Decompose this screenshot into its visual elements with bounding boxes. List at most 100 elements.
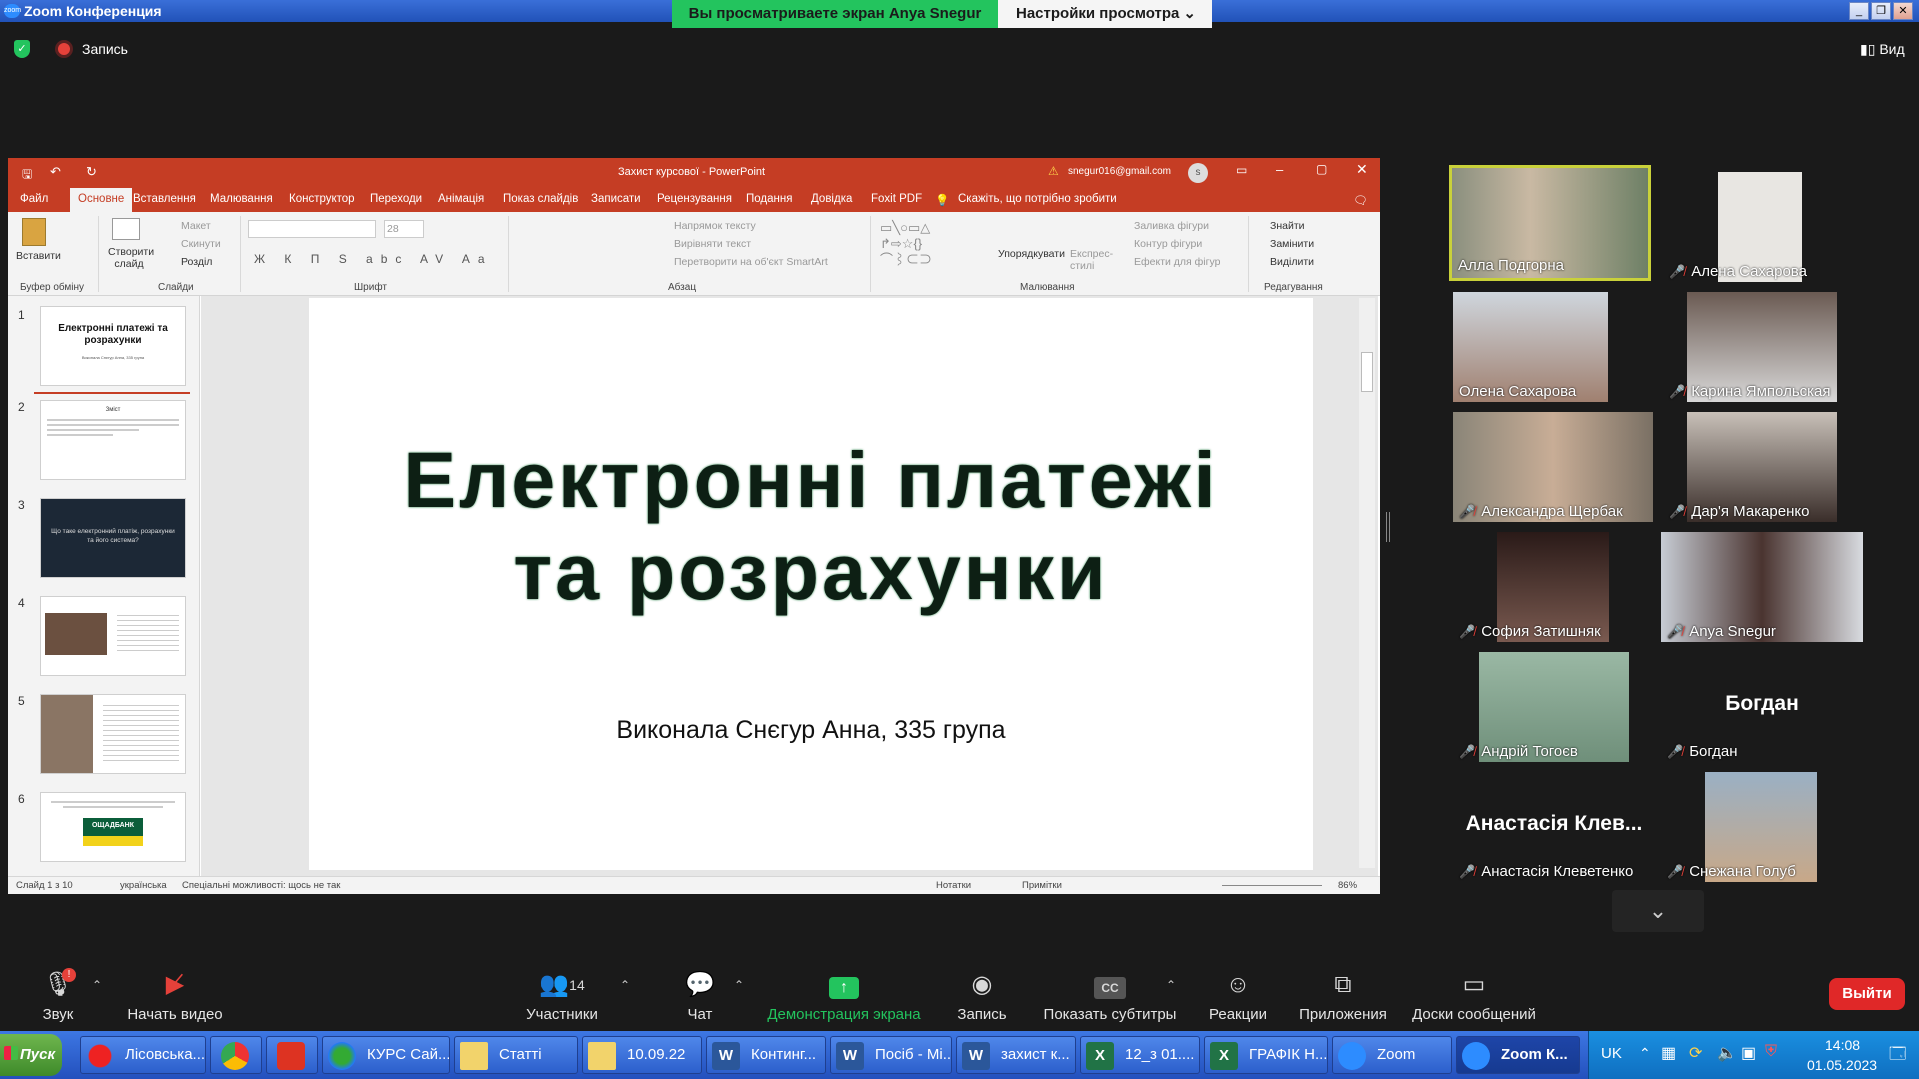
- ribbon-display-icon[interactable]: ▭: [1236, 163, 1247, 177]
- participant-tile[interactable]: Богдан 🎤̸ Богдан: [1661, 648, 1863, 764]
- quick-styles-button[interactable]: Експрес-стилі: [1070, 248, 1116, 272]
- tab-transitions[interactable]: Переходи: [370, 193, 422, 205]
- font-size-box[interactable]: 28: [384, 220, 424, 238]
- shape-effects-button[interactable]: Ефекти для фігур: [1134, 256, 1220, 268]
- undo-icon[interactable]: ↶: [50, 164, 61, 180]
- account-avatar[interactable]: s: [1188, 163, 1208, 183]
- replace-button[interactable]: Замінити: [1270, 238, 1314, 250]
- view-button[interactable]: ▮▯ Вид: [1860, 41, 1905, 58]
- tab-draw[interactable]: Малювання: [210, 193, 273, 205]
- tab-help[interactable]: Довідка: [811, 193, 852, 205]
- tab-record[interactable]: Записати: [591, 193, 641, 205]
- update-icon[interactable]: ⟳: [1689, 1043, 1702, 1063]
- new-slide-button[interactable]: Створити слайд: [108, 246, 154, 270]
- view-options-button[interactable]: Настройки просмотра ⌄: [998, 0, 1212, 28]
- participant-tile[interactable]: 🎤̸ Андрій Тогоєв: [1453, 648, 1655, 764]
- clock-time[interactable]: 14:08: [1825, 1037, 1860, 1053]
- comments-button[interactable]: Примітки: [1022, 880, 1062, 891]
- zoom-slider[interactable]: [1222, 885, 1322, 886]
- layout-button[interactable]: Макет: [181, 220, 211, 232]
- tab-insert[interactable]: Вставлення: [133, 193, 196, 205]
- taskbar-item[interactable]: КУРС Сай...: [322, 1036, 450, 1074]
- chat-menu-chevron-icon[interactable]: ⌃: [734, 978, 744, 992]
- tab-file[interactable]: Файл: [20, 193, 48, 205]
- participant-tile[interactable]: 🎤̸ Дар'я Макаренко: [1663, 408, 1865, 524]
- tab-animations[interactable]: Анімація: [438, 193, 484, 205]
- redo-icon[interactable]: ↻: [86, 164, 97, 180]
- current-slide[interactable]: Електронні платежі та розрахунки Виконал…: [309, 298, 1313, 870]
- language-indicator[interactable]: UK: [1601, 1045, 1622, 1062]
- notes-button[interactable]: Нотатки: [936, 880, 971, 891]
- participants-button[interactable]: 👥14 Участники: [520, 970, 604, 1023]
- leave-button[interactable]: Выйти: [1829, 978, 1905, 1010]
- paste-button[interactable]: Вставити: [16, 250, 61, 262]
- scrollbar-thumb[interactable]: [1361, 352, 1373, 392]
- close-button[interactable]: ✕: [1893, 2, 1913, 20]
- slide-thumb-3[interactable]: Що таке електронний платіж, розрахунки т…: [40, 498, 186, 578]
- participant-tile[interactable]: 🎤̸ Александра Щербак: [1453, 408, 1655, 524]
- network-icon[interactable]: ▦: [1661, 1043, 1676, 1063]
- shapes-gallery[interactable]: ▭╲○▭△ ↱⇨☆{} ⌒⌇⊂⊃: [880, 220, 980, 272]
- taskbar-item-active[interactable]: Zoom К...: [1456, 1036, 1580, 1074]
- vertical-scrollbar[interactable]: [1359, 298, 1375, 868]
- shape-outline-button[interactable]: Контур фігури: [1134, 238, 1202, 250]
- minimize-button[interactable]: _: [1849, 2, 1869, 20]
- slide-thumb-6[interactable]: ОЩАДБАНК: [40, 792, 186, 862]
- share-screen-button[interactable]: ↑ Демонстрация экрана: [764, 970, 924, 1023]
- start-button[interactable]: Пуск: [0, 1034, 62, 1076]
- slide-thumb-2[interactable]: Зміст: [40, 400, 186, 480]
- align-text-button[interactable]: Вирівняти текст: [674, 238, 751, 250]
- find-button[interactable]: Знайти: [1270, 220, 1305, 232]
- font-name-box[interactable]: [248, 220, 376, 238]
- reactions-button[interactable]: ☺ Реакции: [1204, 970, 1272, 1023]
- participant-tile[interactable]: Алла Подгорна: [1449, 165, 1651, 281]
- restore-icon[interactable]: ▢: [1316, 162, 1327, 176]
- taskbar-item[interactable]: Статті: [454, 1036, 578, 1074]
- taskbar-item[interactable]: [266, 1036, 318, 1074]
- restore-button[interactable]: ❐: [1871, 2, 1891, 20]
- participant-tile[interactable]: 🎤̸ Anya Snegur: [1661, 528, 1863, 644]
- taskbar-item[interactable]: X ГРАФІК Н...: [1204, 1036, 1328, 1074]
- participants-menu-chevron-icon[interactable]: ⌃: [620, 978, 630, 992]
- arrange-button[interactable]: Упорядкувати: [998, 248, 1065, 260]
- audio-button[interactable]: 🎙! Звук: [28, 968, 88, 1023]
- tab-design[interactable]: Конструктор: [289, 193, 355, 205]
- security-shield-icon[interactable]: ✓: [14, 40, 30, 58]
- apps-button[interactable]: ⧉ Приложения: [1288, 970, 1398, 1023]
- taskbar-item[interactable]: Zoom: [1332, 1036, 1452, 1074]
- zoom-level[interactable]: 86%: [1338, 880, 1357, 891]
- section-button[interactable]: Розділ: [181, 256, 212, 268]
- taskbar-item[interactable]: W Континг...: [706, 1036, 826, 1074]
- new-slide-icon[interactable]: [112, 218, 140, 240]
- comments-icon[interactable]: 🗨: [1353, 193, 1368, 207]
- display-icon[interactable]: ▣: [1741, 1043, 1756, 1063]
- tray-expand-icon[interactable]: ⌃: [1639, 1045, 1651, 1062]
- accessibility-status[interactable]: Спеціальні можливості: щось не так: [182, 880, 340, 891]
- participant-tile[interactable]: Анастасія Клев... 🎤̸ Анастасія Клеветенко: [1453, 768, 1655, 884]
- tab-foxit[interactable]: Foxit PDF: [871, 193, 922, 205]
- taskbar-item[interactable]: [210, 1036, 262, 1074]
- smartart-button[interactable]: Перетворити на об'єкт SmartArt: [674, 256, 828, 268]
- participant-tile[interactable]: 🎤̸ Алена Сахарова: [1663, 168, 1865, 284]
- reset-button[interactable]: Скинути: [181, 238, 221, 250]
- recording-label[interactable]: Запись: [82, 41, 128, 57]
- paste-icon[interactable]: [22, 218, 46, 246]
- taskbar-item[interactable]: Лісовська...: [80, 1036, 206, 1074]
- minimize-icon[interactable]: –: [1276, 162, 1283, 177]
- tab-home[interactable]: Основне: [70, 188, 133, 212]
- participant-tile[interactable]: 🎤̸ Снежана Голуб: [1661, 768, 1863, 884]
- select-button[interactable]: Виділити: [1270, 256, 1314, 268]
- volume-icon[interactable]: 🔈: [1717, 1043, 1737, 1063]
- gallery-next-chevron-icon[interactable]: ⌄: [1612, 890, 1704, 932]
- taskbar-item[interactable]: 10.09.22: [582, 1036, 702, 1074]
- tab-view[interactable]: Подання: [746, 193, 792, 205]
- participant-tile[interactable]: Олена Сахарова: [1453, 288, 1655, 404]
- taskbar-item[interactable]: Wзахист к...: [956, 1036, 1076, 1074]
- audio-menu-chevron-icon[interactable]: ⌃: [92, 978, 102, 992]
- taskbar-item[interactable]: X 12_з 01....: [1080, 1036, 1200, 1074]
- slide-thumb-5[interactable]: [40, 694, 186, 774]
- whiteboards-button[interactable]: ▭ Доски сообщений: [1406, 970, 1542, 1023]
- chat-button[interactable]: 💬 Чат: [680, 970, 720, 1023]
- shape-fill-button[interactable]: Заливка фігури: [1134, 220, 1209, 232]
- language-settings-icon[interactable]: 🗔: [1889, 1043, 1906, 1070]
